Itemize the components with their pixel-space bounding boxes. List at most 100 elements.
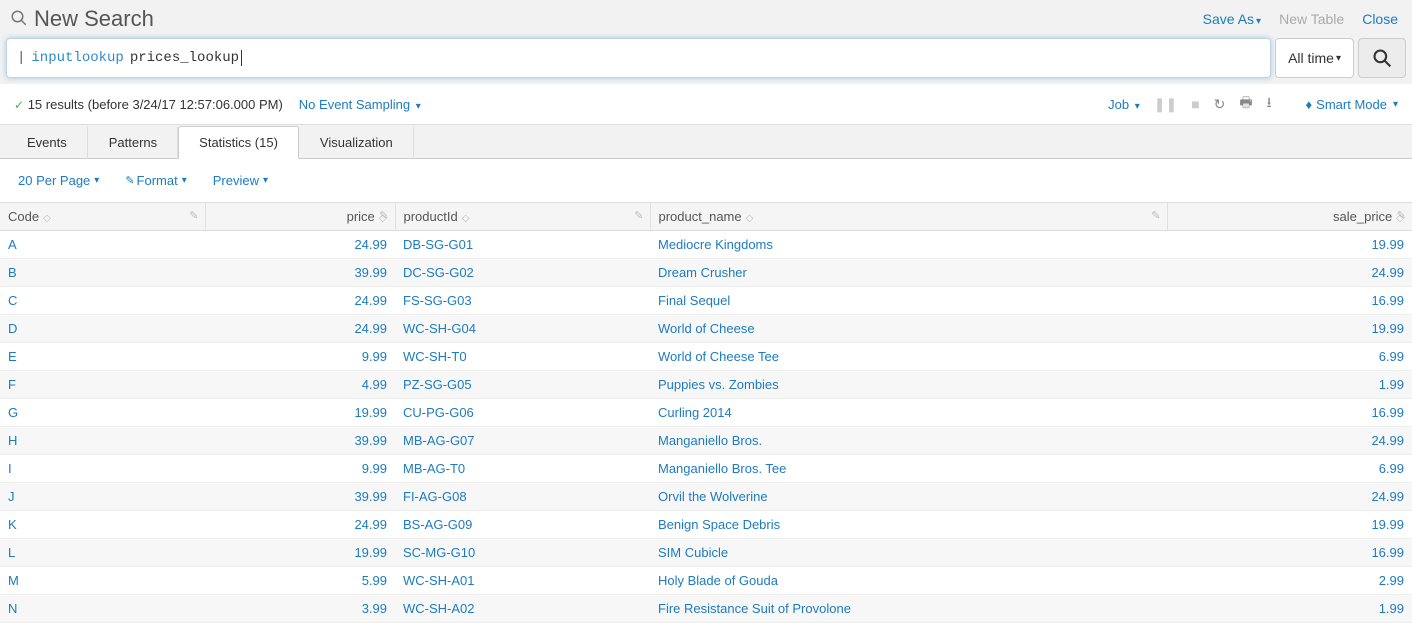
cell-price[interactable]: 4.99 — [205, 371, 395, 399]
cell-saleprice[interactable]: 24.99 — [1167, 259, 1412, 287]
cell-productname[interactable]: Puppies vs. Zombies — [650, 371, 1167, 399]
cell-price[interactable]: 24.99 — [205, 287, 395, 315]
print-icon[interactable]: 🖶 — [1239, 92, 1252, 116]
cell-saleprice[interactable]: 2.99 — [1167, 567, 1412, 595]
cell-code[interactable]: M — [0, 567, 205, 595]
cell-saleprice[interactable]: 19.99 — [1167, 511, 1412, 539]
cell-code[interactable]: K — [0, 511, 205, 539]
cell-code[interactable]: E — [0, 343, 205, 371]
time-range-picker[interactable]: All time▾ — [1275, 38, 1354, 78]
cell-productname[interactable]: Manganiello Bros. Tee — [650, 455, 1167, 483]
cell-productname[interactable]: World of Cheese Tee — [650, 343, 1167, 371]
pencil-icon[interactable]: ✎ — [189, 209, 198, 222]
cell-code[interactable]: L — [0, 539, 205, 567]
export-icon[interactable]: ⭳ — [1267, 92, 1272, 116]
cell-productid[interactable]: FS-SG-G03 — [395, 287, 650, 315]
pencil-icon: ✎ — [125, 174, 134, 187]
cell-productid[interactable]: MB-AG-G07 — [395, 427, 650, 455]
cell-productid[interactable]: WC-SH-G04 — [395, 315, 650, 343]
cell-price[interactable]: 39.99 — [205, 259, 395, 287]
cell-code[interactable]: B — [0, 259, 205, 287]
cell-productname[interactable]: Orvil the Wolverine — [650, 483, 1167, 511]
tab-events[interactable]: Events — [6, 126, 88, 159]
cell-code[interactable]: I — [0, 455, 205, 483]
cell-productid[interactable]: WC-SH-A01 — [395, 567, 650, 595]
cell-productid[interactable]: FI-AG-G08 — [395, 483, 650, 511]
cell-code[interactable]: F — [0, 371, 205, 399]
smart-mode-dropdown[interactable]: ♦ Smart Mode ▾ — [1306, 97, 1398, 112]
format-dropdown[interactable]: ✎Format▾ — [125, 173, 186, 188]
cell-saleprice[interactable]: 1.99 — [1167, 595, 1412, 623]
cell-productid[interactable]: PZ-SG-G05 — [395, 371, 650, 399]
cell-productname[interactable]: Mediocre Kingdoms — [650, 231, 1167, 259]
tab-patterns[interactable]: Patterns — [88, 126, 178, 159]
cell-saleprice[interactable]: 1.99 — [1167, 371, 1412, 399]
cell-code[interactable]: N — [0, 595, 205, 623]
tab-statistics[interactable]: Statistics (15) — [178, 126, 299, 159]
cell-code[interactable]: A — [0, 231, 205, 259]
cell-price[interactable]: 3.99 — [205, 595, 395, 623]
cell-saleprice[interactable]: 19.99 — [1167, 231, 1412, 259]
cell-productname[interactable]: SIM Cubicle — [650, 539, 1167, 567]
cell-saleprice[interactable]: 6.99 — [1167, 455, 1412, 483]
cell-price[interactable]: 9.99 — [205, 343, 395, 371]
cell-price[interactable]: 39.99 — [205, 483, 395, 511]
pencil-icon[interactable]: ✎ — [634, 209, 643, 222]
cell-productname[interactable]: Curling 2014 — [650, 399, 1167, 427]
per-page-label: 20 Per Page — [18, 173, 90, 188]
save-as-button[interactable]: Save As▾ — [1203, 11, 1261, 27]
col-header-saleprice[interactable]: sale_price◇ ✎ — [1167, 203, 1412, 231]
pencil-icon[interactable]: ✎ — [1397, 209, 1406, 222]
per-page-dropdown[interactable]: 20 Per Page▾ — [18, 173, 99, 188]
cell-productname[interactable]: Holy Blade of Gouda — [650, 567, 1167, 595]
cell-price[interactable]: 19.99 — [205, 539, 395, 567]
cell-saleprice[interactable]: 16.99 — [1167, 399, 1412, 427]
cell-code[interactable]: C — [0, 287, 205, 315]
cell-saleprice[interactable]: 19.99 — [1167, 315, 1412, 343]
cell-productid[interactable]: CU-PG-G06 — [395, 399, 650, 427]
tab-visualization[interactable]: Visualization — [299, 126, 414, 159]
close-button[interactable]: Close — [1362, 11, 1398, 27]
pencil-icon[interactable]: ✎ — [379, 209, 388, 222]
cell-productid[interactable]: MB-AG-T0 — [395, 455, 650, 483]
col-header-productname[interactable]: product_name◇ ✎ — [650, 203, 1167, 231]
col-header-productid[interactable]: productId◇ ✎ — [395, 203, 650, 231]
cell-saleprice[interactable]: 24.99 — [1167, 427, 1412, 455]
cell-productid[interactable]: SC-MG-G10 — [395, 539, 650, 567]
cell-productname[interactable]: Fire Resistance Suit of Provolone — [650, 595, 1167, 623]
cell-code[interactable]: G — [0, 399, 205, 427]
cell-productid[interactable]: WC-SH-T0 — [395, 343, 650, 371]
search-input[interactable]: | inputlookup prices_lookup — [6, 38, 1271, 78]
cell-code[interactable]: D — [0, 315, 205, 343]
cell-saleprice[interactable]: 16.99 — [1167, 539, 1412, 567]
cell-price[interactable]: 24.99 — [205, 231, 395, 259]
cell-productid[interactable]: DC-SG-G02 — [395, 259, 650, 287]
cell-productname[interactable]: Benign Space Debris — [650, 511, 1167, 539]
col-header-code[interactable]: Code◇ ✎ — [0, 203, 205, 231]
event-sampling-dropdown[interactable]: No Event Sampling ▾ — [299, 97, 421, 112]
cell-productname[interactable]: Final Sequel — [650, 287, 1167, 315]
cell-productname[interactable]: Dream Crusher — [650, 259, 1167, 287]
cell-saleprice[interactable]: 24.99 — [1167, 483, 1412, 511]
cell-code[interactable]: J — [0, 483, 205, 511]
col-header-price[interactable]: price◇ ✎ — [205, 203, 395, 231]
cell-productid[interactable]: WC-SH-A02 — [395, 595, 650, 623]
cell-price[interactable]: 24.99 — [205, 511, 395, 539]
pencil-icon[interactable]: ✎ — [1151, 209, 1160, 222]
cell-saleprice[interactable]: 16.99 — [1167, 287, 1412, 315]
cell-productid[interactable]: BS-AG-G09 — [395, 511, 650, 539]
cell-price[interactable]: 9.99 — [205, 455, 395, 483]
job-dropdown[interactable]: Job ▾ — [1108, 97, 1140, 112]
cell-productname[interactable]: Manganiello Bros. — [650, 427, 1167, 455]
run-search-button[interactable] — [1358, 38, 1406, 78]
cell-code[interactable]: H — [0, 427, 205, 455]
cell-price[interactable]: 39.99 — [205, 427, 395, 455]
cell-productid[interactable]: DB-SG-G01 — [395, 231, 650, 259]
cell-saleprice[interactable]: 6.99 — [1167, 343, 1412, 371]
cell-price[interactable]: 19.99 — [205, 399, 395, 427]
reload-icon[interactable]: ↻ — [1214, 96, 1226, 113]
preview-dropdown[interactable]: Preview▾ — [213, 173, 268, 188]
cell-price[interactable]: 5.99 — [205, 567, 395, 595]
cell-productname[interactable]: World of Cheese — [650, 315, 1167, 343]
cell-price[interactable]: 24.99 — [205, 315, 395, 343]
